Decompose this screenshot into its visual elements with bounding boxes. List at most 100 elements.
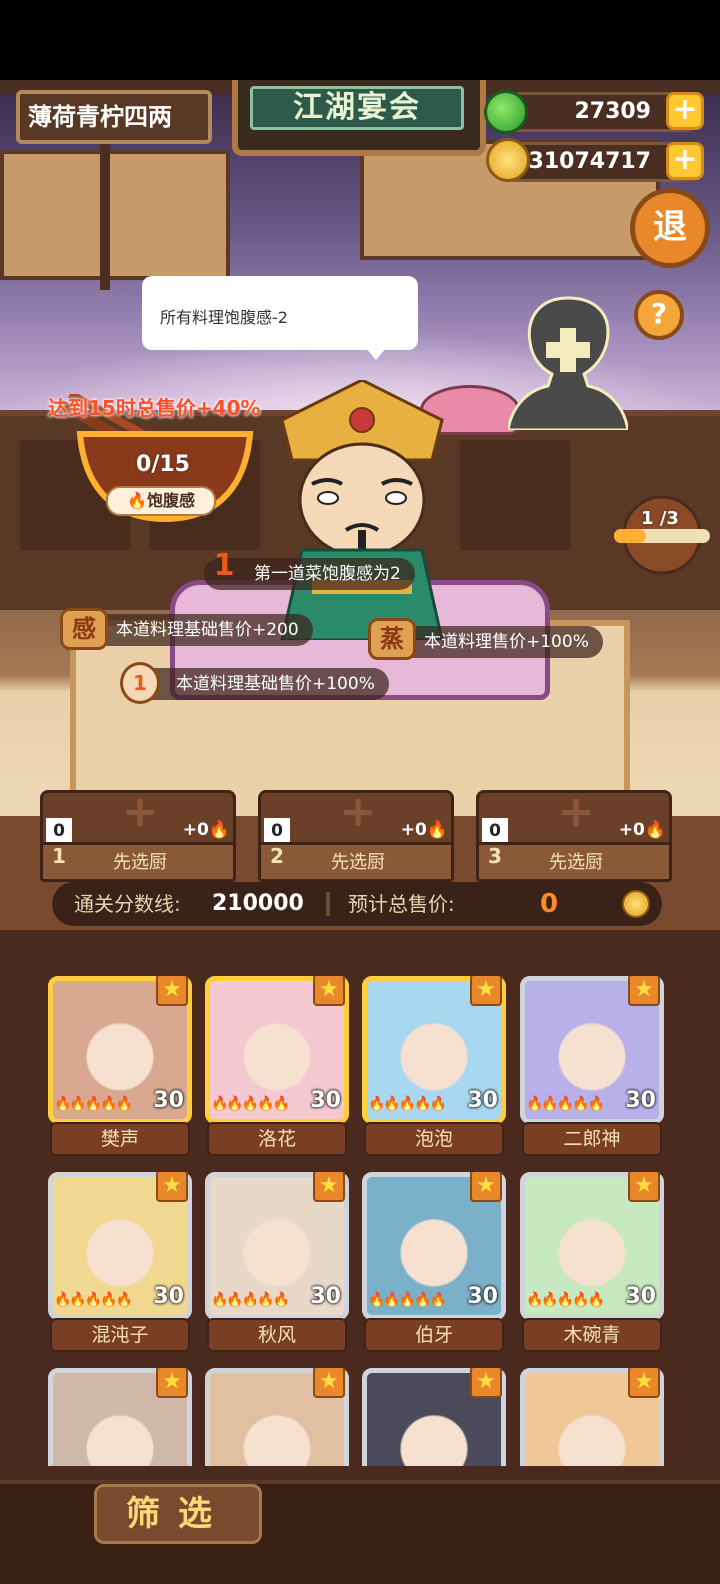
slot-fire-value: +0 xyxy=(182,820,209,840)
speech-bubble-tail xyxy=(366,348,386,360)
satiety-label: 🔥饱腹感 xyxy=(106,486,216,516)
divider xyxy=(326,892,330,916)
chef-card[interactable]: ★ 🔥🔥🔥🔥🔥 30 伯牙 xyxy=(362,1172,506,1360)
slot-fire: +0🔥 xyxy=(401,820,448,840)
gem-amount: 27309 xyxy=(574,99,651,124)
star-icon: ★ xyxy=(313,1368,345,1398)
coin-amount: 31074717 xyxy=(528,149,651,174)
slot-plus-icon: + xyxy=(557,786,595,837)
buff-text: 本道料理基础售价+100% xyxy=(176,674,375,694)
slot-plus-icon: + xyxy=(121,786,159,837)
flame-rating-icon: 🔥🔥🔥🔥🔥 xyxy=(526,1292,605,1308)
slot-count: 0 xyxy=(46,818,72,844)
star-icon: ★ xyxy=(628,1368,660,1398)
chef-slot-1[interactable]: + 0 +0🔥 1 先选厨 xyxy=(40,790,236,882)
round-indicator xyxy=(614,495,710,575)
chef-card[interactable]: ★ 🔥🔥🔥🔥🔥 30 木碗青 xyxy=(520,1172,664,1360)
slot-label: 先选厨 xyxy=(331,852,385,873)
pillar xyxy=(100,140,110,290)
speech-bubble: 所有料理饱腹感-2 xyxy=(142,276,418,350)
star-icon: ★ xyxy=(470,976,502,1006)
flame-icon: 🔥 xyxy=(127,491,147,510)
slot-fire: +0🔥 xyxy=(183,820,230,840)
slot-count: 0 xyxy=(264,818,290,844)
add-guest-silhouette[interactable] xyxy=(508,290,628,430)
chef-slot-2[interactable]: + 0 +0🔥 2 先选厨 xyxy=(258,790,454,882)
chef-card[interactable]: ★ xyxy=(205,1368,349,1466)
slot-label: 先选厨 xyxy=(549,852,603,873)
chef-level: 30 xyxy=(153,1088,184,1113)
star-icon: ★ xyxy=(156,1368,188,1398)
wall-window-left xyxy=(0,150,230,280)
buff-row: 本道料理基础售价+100% xyxy=(126,668,389,700)
slot-number: 1 xyxy=(52,844,66,868)
chef-name: 洛花 xyxy=(207,1122,347,1156)
satiety-goal-text: 达到15时总售价+40% xyxy=(48,396,261,420)
slot-fire: +0🔥 xyxy=(619,820,666,840)
slot-fire-value: +0 xyxy=(400,820,427,840)
chef-name: 樊声 xyxy=(50,1122,190,1156)
flame-rating-icon: 🔥🔥🔥🔥🔥 xyxy=(368,1292,447,1308)
chef-level: 30 xyxy=(467,1284,498,1309)
round-text: 1 /3 xyxy=(641,508,679,529)
satiety-count: 0/15 xyxy=(136,452,190,477)
chef-name: 混沌子 xyxy=(50,1318,190,1352)
chef-card[interactable]: ★ 🔥🔥🔥🔥🔥 30 混沌子 xyxy=(48,1172,192,1360)
flame-rating-icon: 🔥🔥🔥🔥🔥 xyxy=(211,1292,290,1308)
star-icon: ★ xyxy=(470,1172,502,1202)
status-bar xyxy=(0,0,720,80)
star-icon: ★ xyxy=(156,976,188,1006)
chef-card[interactable]: ★ 🔥🔥🔥🔥🔥 30 洛花 xyxy=(205,976,349,1164)
jade-gem-icon xyxy=(484,90,528,134)
chef-card[interactable]: ★ 🔥🔥🔥🔥🔥 30 秋风 xyxy=(205,1172,349,1360)
chef-name: 泡泡 xyxy=(364,1122,504,1156)
pass-score-value: 210000 xyxy=(212,891,304,916)
chef-card[interactable]: ★ 🔥🔥🔥🔥🔥 30 泡泡 xyxy=(362,976,506,1164)
slot-count: 0 xyxy=(482,818,508,844)
star-icon: ★ xyxy=(313,1172,345,1202)
exit-button[interactable]: 退 xyxy=(630,188,710,268)
chef-card[interactable]: ★ xyxy=(48,1368,192,1466)
chef-name: 木碗青 xyxy=(522,1318,662,1352)
chef-slot-3[interactable]: + 0 +0🔥 3 先选厨 xyxy=(476,790,672,882)
chef-card[interactable]: ★ 🔥🔥🔥🔥🔥 30 樊声 xyxy=(48,976,192,1164)
flame-icon: 🔥 xyxy=(426,820,448,840)
flame-rating-icon: 🔥🔥🔥🔥🔥 xyxy=(54,1292,133,1308)
filter-button[interactable]: 筛选 xyxy=(94,1484,262,1544)
chef-level: 30 xyxy=(625,1088,656,1113)
help-button[interactable]: ? xyxy=(634,290,684,340)
chef-card[interactable]: ★ xyxy=(520,1368,664,1466)
flame-rating-icon: 🔥🔥🔥🔥🔥 xyxy=(368,1096,447,1112)
slot-number: 2 xyxy=(270,844,284,868)
flame-rating-icon: 🔥🔥🔥🔥🔥 xyxy=(54,1096,133,1112)
chef-card[interactable]: ★ 🔥🔥🔥🔥🔥 30 二郎神 xyxy=(520,976,664,1164)
chef-level: 30 xyxy=(153,1284,184,1309)
buff-text: 第一道菜饱腹感为2 xyxy=(254,564,401,584)
flame-rating-icon: 🔥🔥🔥🔥🔥 xyxy=(526,1096,605,1112)
flame-rating-icon: 🔥🔥🔥🔥🔥 xyxy=(211,1096,290,1112)
buff-text: 本道料理售价+100% xyxy=(424,632,589,652)
chef-level: 30 xyxy=(625,1284,656,1309)
sign-title: 江湖宴会 xyxy=(250,86,464,130)
buff-badge: 感 xyxy=(60,608,108,650)
flame-icon: 🔥 xyxy=(644,820,666,840)
satiety-label-text: 饱腹感 xyxy=(146,491,195,510)
buff-badge: 1 xyxy=(120,662,160,704)
chef-name: 二郎神 xyxy=(522,1122,662,1156)
coin-icon xyxy=(622,890,650,918)
star-icon: ★ xyxy=(628,976,660,1006)
total-price-label: 预计总售价: xyxy=(348,892,455,916)
flame-icon: 🔥 xyxy=(208,820,230,840)
star-icon: ★ xyxy=(628,1172,660,1202)
pass-score-label: 通关分数线: xyxy=(74,892,181,916)
player-name[interactable]: 薄荷青柠四两 xyxy=(16,90,212,144)
counter-panel xyxy=(460,440,570,550)
chef-level: 30 xyxy=(310,1284,341,1309)
add-gems-button[interactable]: + xyxy=(666,92,704,130)
buff-text: 本道料理基础售价+200 xyxy=(116,620,299,640)
chef-card[interactable]: ★ xyxy=(362,1368,506,1466)
chef-level: 30 xyxy=(310,1088,341,1113)
total-price-value: 0 xyxy=(540,889,559,919)
add-coins-button[interactable]: + xyxy=(666,142,704,180)
slot-label: 先选厨 xyxy=(113,852,167,873)
